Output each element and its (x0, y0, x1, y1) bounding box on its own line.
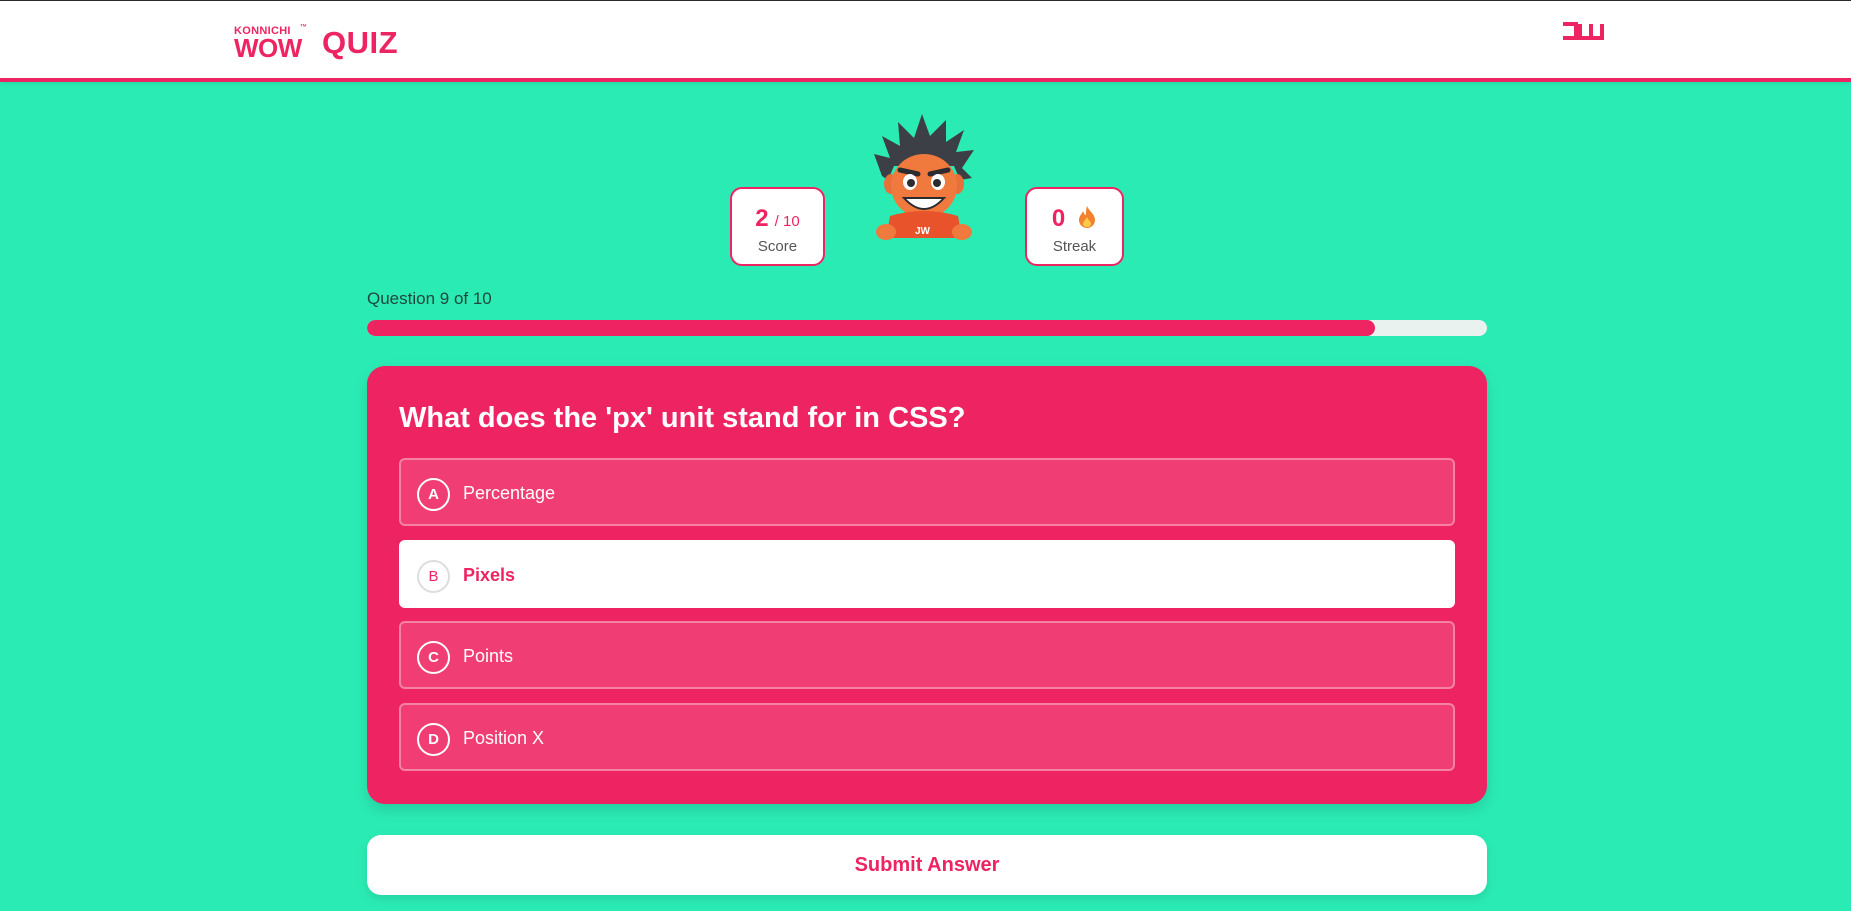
option-letter-badge: B (417, 560, 450, 593)
question-card: What does the 'px' unit stand for in CSS… (367, 366, 1487, 804)
logo-big-text: WOW (234, 33, 302, 63)
question-counter: Question 9 of 10 (367, 289, 492, 308)
konnichiwow-logo[interactable]: KONNICHI WOW ™ (234, 24, 307, 63)
progress-bar (367, 320, 1487, 336)
streak-value-row: 0 (1027, 205, 1122, 235)
option-a[interactable]: A Percentage (399, 458, 1455, 526)
option-letter-badge: C (417, 641, 450, 674)
progress-bar-fill (367, 320, 1375, 336)
option-b[interactable]: B Pixels (399, 540, 1455, 608)
score-total: / 10 (774, 213, 800, 230)
score-card: 2 / 10 Score (730, 187, 825, 266)
option-letter-badge: D (417, 723, 450, 756)
streak-label: Streak (1052, 238, 1097, 255)
mascot-image: JW (868, 114, 980, 247)
option-label: Position X (463, 728, 545, 748)
question-text: What does the 'px' unit stand for in CSS… (399, 402, 966, 434)
option-label: Points (463, 646, 514, 666)
svg-text:JW: JW (915, 226, 931, 237)
score-value: 2 (755, 205, 769, 232)
page-title: QUIZ (322, 25, 399, 60)
option-c[interactable]: C Points (399, 621, 1455, 689)
jw-logo-icon[interactable] (1562, 21, 1604, 46)
option-label: Percentage (463, 483, 556, 503)
option-label: Pixels (463, 565, 516, 585)
submit-answer-button[interactable]: Submit Answer (367, 835, 1487, 895)
logo-trademark: ™ (300, 24, 307, 31)
flame-icon (1077, 205, 1097, 234)
streak-value: 0 (1051, 205, 1066, 232)
score-label: Score (757, 238, 798, 255)
option-d[interactable]: D Position X (399, 703, 1455, 771)
streak-card: 0 Streak (1025, 187, 1124, 266)
app-header: KONNICHI WOW ™ QUIZ (0, 1, 1851, 82)
score-value-row: 2 / 10 (732, 205, 823, 235)
option-letter-badge: A (417, 478, 450, 511)
